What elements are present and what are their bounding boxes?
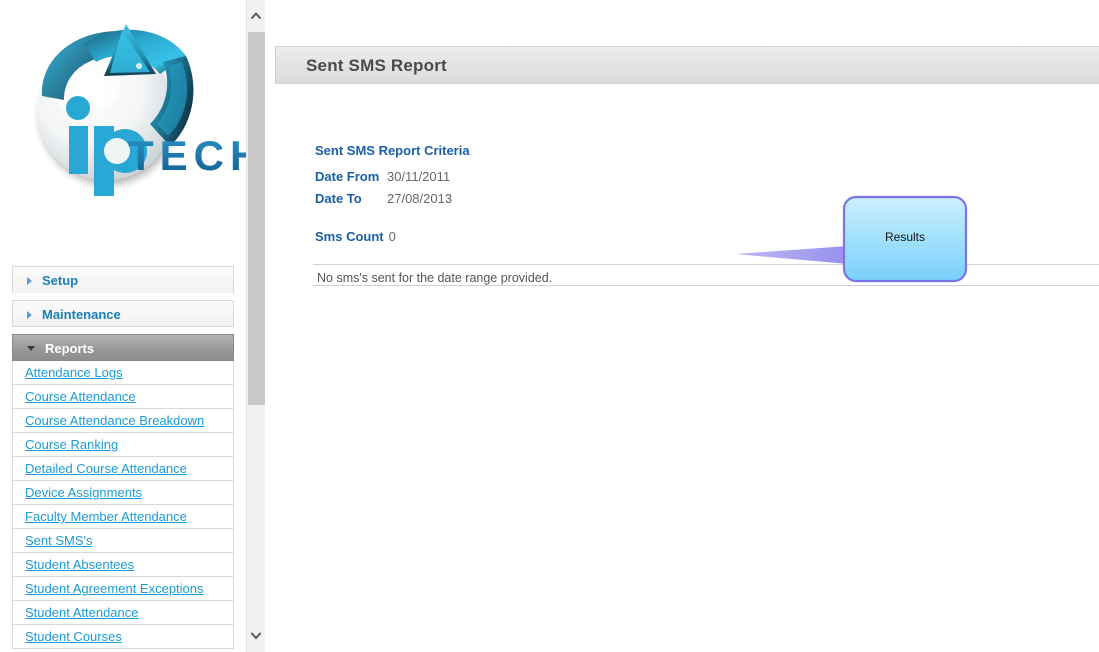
triangle-down-icon	[27, 346, 35, 352]
sidebar-item-course-attendance[interactable]: Course Attendance	[25, 389, 136, 404]
report-links-list: Attendance Logs Course Attendance Course…	[12, 361, 234, 649]
criteria-row-date-from: Date From 30/11/2011	[315, 166, 645, 188]
list-item[interactable]: Detailed Course Attendance	[12, 457, 234, 481]
sidebar-section-maintenance-label: Maintenance	[42, 307, 121, 322]
vertical-scrollbar[interactable]	[246, 0, 265, 652]
list-item[interactable]: Course Attendance Breakdown	[12, 409, 234, 433]
triangle-right-icon	[27, 276, 32, 285]
date-from-value: 30/11/2011	[387, 169, 451, 184]
scroll-down-button[interactable]	[247, 620, 265, 652]
chevron-up-icon	[251, 12, 261, 19]
sidebar-item-attendance-logs[interactable]: Attendance Logs	[25, 365, 123, 380]
sms-count-row: Sms Count 0	[315, 229, 396, 244]
triangle-right-icon	[27, 310, 32, 319]
sidebar-item-device-assignments[interactable]: Device Assignments	[25, 485, 142, 500]
sidebar-item-student-courses[interactable]: Student Courses	[25, 629, 122, 644]
list-item[interactable]: Course Attendance	[12, 385, 234, 409]
list-item[interactable]: Student Absentees	[12, 553, 234, 577]
sidebar-item-student-agreement-exceptions[interactable]: Student Agreement Exceptions	[25, 581, 204, 596]
list-item[interactable]: Student Agreement Exceptions	[12, 577, 234, 601]
main-panel: Sent SMS Report Sent SMS Report Criteria…	[275, 46, 1099, 652]
sidebar-item-course-ranking[interactable]: Course Ranking	[25, 437, 118, 452]
sidebar-section-maintenance[interactable]: Maintenance	[12, 300, 234, 327]
sidebar-nav: Setup Maintenance Reports Attendance Log…	[12, 266, 234, 649]
chevron-down-icon	[251, 632, 261, 639]
svg-text:TECH: TECH	[128, 132, 246, 179]
sidebar-section-setup-label: Setup	[42, 273, 79, 288]
date-to-value: 27/08/2013	[387, 191, 453, 206]
list-item[interactable]: Sent SMS's	[12, 529, 234, 553]
sidebar-section-reports-label: Reports	[45, 341, 95, 356]
date-from-label: Date From	[315, 169, 380, 184]
list-item[interactable]: Course Ranking	[12, 433, 234, 457]
list-item[interactable]: Faculty Member Attendance	[12, 505, 234, 529]
sidebar-item-sent-sms[interactable]: Sent SMS's	[25, 533, 93, 548]
sidebar-section-setup[interactable]: Setup	[12, 266, 234, 293]
list-item[interactable]: Student Attendance	[12, 601, 234, 625]
sidebar-item-student-absentees[interactable]: Student Absentees	[25, 557, 134, 572]
scroll-up-button[interactable]	[247, 0, 265, 32]
sms-count-value: 0	[388, 229, 396, 244]
iptech-logo-graphic: TECH	[38, 24, 246, 196]
criteria-row-date-to: Date To 27/08/2013	[315, 188, 645, 210]
callout-label: Results	[884, 230, 925, 244]
sidebar-item-course-attendance-breakdown[interactable]: Course Attendance Breakdown	[25, 413, 204, 428]
sidebar-item-detailed-course-attendance[interactable]: Detailed Course Attendance	[25, 461, 187, 476]
sidebar-section-reports[interactable]: Reports	[12, 334, 234, 361]
sms-count-label: Sms Count	[315, 229, 384, 244]
list-item[interactable]: Device Assignments	[12, 481, 234, 505]
page-title: Sent SMS Report	[275, 46, 1099, 84]
list-item[interactable]: Student Courses	[12, 625, 234, 649]
criteria-block: Sent SMS Report Criteria Date From 30/11/…	[315, 143, 645, 210]
empty-results-message: No sms's sent for the date range provide…	[313, 264, 1099, 286]
sidebar-item-student-attendance[interactable]: Student Attendance	[25, 605, 138, 620]
left-column: TECH Setup Maintenance Reports Attendanc…	[0, 0, 246, 652]
criteria-heading: Sent SMS Report Criteria	[315, 143, 470, 158]
scrollbar-thumb[interactable]	[248, 32, 265, 405]
date-to-label: Date To	[315, 191, 362, 206]
logo: TECH	[0, 0, 246, 215]
list-item[interactable]: Attendance Logs	[12, 361, 234, 385]
sidebar-item-faculty-member-attendance[interactable]: Faculty Member Attendance	[25, 509, 187, 524]
